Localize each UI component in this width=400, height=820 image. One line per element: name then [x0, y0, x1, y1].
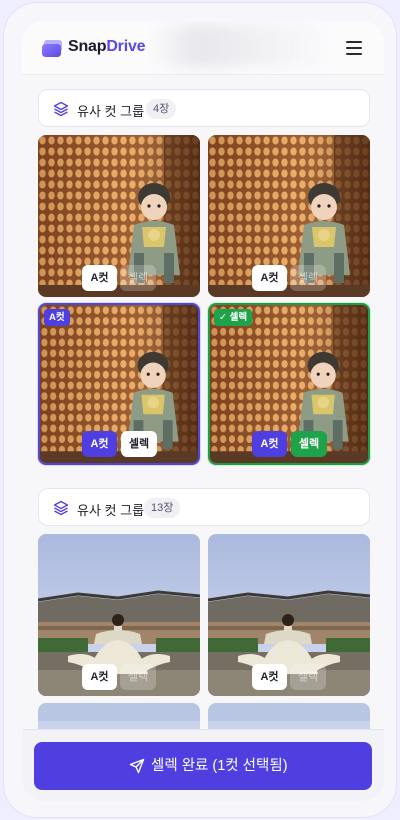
- select-button[interactable]: 셀렉: [121, 431, 157, 457]
- select-button[interactable]: 셀렉: [290, 265, 326, 291]
- a-cut-button[interactable]: A컷: [252, 265, 287, 291]
- photo-card[interactable]: A컷 셀렉: [38, 534, 200, 696]
- brand-prefix: Snap: [68, 38, 107, 55]
- photo-image: [210, 305, 368, 463]
- photo-card[interactable]: A컷 셀렉: [38, 135, 200, 297]
- photo-image: [208, 534, 370, 696]
- select-button[interactable]: 셀렉: [291, 431, 327, 457]
- brand-suffix: Drive: [106, 38, 146, 55]
- group-count-badge: 4장: [146, 99, 177, 119]
- a-cut-button[interactable]: A컷: [82, 431, 117, 457]
- a-cut-button[interactable]: A컷: [82, 664, 117, 690]
- a-cut-button[interactable]: A컷: [82, 265, 117, 291]
- group-header: 유사 컷 그룹 4장: [38, 89, 370, 127]
- complete-button-label: 셀렉 완료 (1컷 선택됨): [151, 758, 288, 774]
- select-tag: ✓ 셀렉: [214, 309, 253, 326]
- group-title: 유사 컷 그룹: [77, 503, 145, 518]
- select-button[interactable]: 셀렉: [120, 265, 156, 291]
- photo-card-a-cut[interactable]: A컷 A컷 셀렉: [38, 303, 200, 465]
- photo-card[interactable]: A컷 셀렉: [208, 135, 370, 297]
- photo-image: [38, 534, 200, 696]
- main-content: 유사 컷 그룹 4장 A컷 셀렉 A컷 셀렉 A컷 A컷 셀렉 ✓ 셀렉 A컷 …: [22, 75, 384, 801]
- brand-logo[interactable]: SnapDrive: [68, 38, 146, 56]
- a-cut-button[interactable]: A컷: [252, 431, 287, 457]
- complete-selection-button[interactable]: 셀렉 완료 (1컷 선택됨): [34, 742, 372, 790]
- app-screen: SnapDrive 유사 컷 그룹 4장 A컷 셀렉 A컷 셀렉 A컷 A컷 셀…: [22, 21, 384, 801]
- layers-icon: [53, 500, 69, 516]
- group-count-badge: 13장: [144, 498, 181, 518]
- layers-icon: [53, 101, 69, 117]
- select-button[interactable]: 셀렉: [120, 664, 156, 690]
- header-blur: [152, 25, 332, 67]
- bottom-action-bar: 셀렉 완료 (1컷 선택됨): [22, 729, 384, 801]
- a-cut-tag: A컷: [44, 309, 70, 326]
- device-frame: SnapDrive 유사 컷 그룹 4장 A컷 셀렉 A컷 셀렉 A컷 A컷 셀…: [3, 2, 397, 818]
- photo-image: [38, 135, 200, 297]
- photo-image: [208, 135, 370, 297]
- menu-icon[interactable]: [346, 41, 362, 55]
- group-title: 유사 컷 그룹: [77, 104, 145, 119]
- select-button[interactable]: 셀렉: [290, 664, 326, 690]
- photo-card[interactable]: A컷 셀렉: [208, 534, 370, 696]
- app-header: SnapDrive: [22, 21, 384, 75]
- logo-icon: [42, 40, 62, 57]
- a-cut-button[interactable]: A컷: [252, 664, 287, 690]
- send-icon: [129, 758, 145, 774]
- photo-image: [40, 305, 198, 463]
- group-header: 유사 컷 그룹 13장: [38, 488, 370, 526]
- photo-card-selected[interactable]: ✓ 셀렉 A컷 셀렉: [208, 303, 370, 465]
